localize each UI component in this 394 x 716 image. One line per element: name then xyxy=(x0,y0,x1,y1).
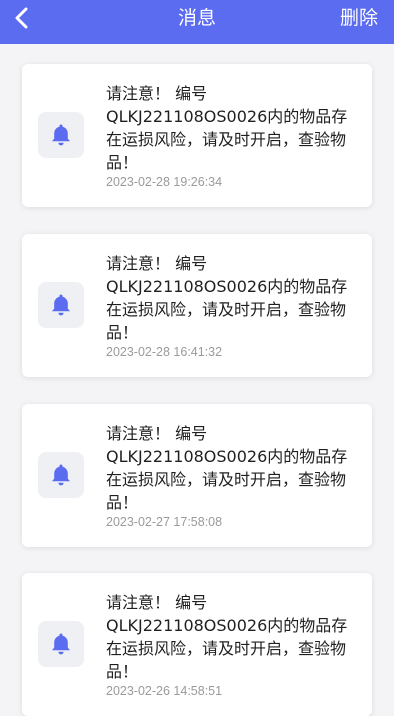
message-text: 请注意！ 编号 QLKJ221108OS0026内的物品存在运损风险，请及时开启… xyxy=(106,252,358,344)
bell-icon-box xyxy=(38,452,84,498)
bell-icon-box xyxy=(38,282,84,328)
message-title: 请注意！ 编号 xyxy=(106,593,208,612)
bell-icon-box xyxy=(38,621,84,667)
message-text: 请注意！ 编号 QLKJ221108OS0026内的物品存在运损风险，请及时开启… xyxy=(106,422,358,514)
message-body: QLKJ221108OS0026内的物品存在运损风险，请及时开启，查验物品！ xyxy=(106,277,348,342)
message-time: 2023-02-28 16:41:32 xyxy=(106,345,223,359)
top-bar: 消息 删除 xyxy=(0,0,394,44)
message-title: 请注意！ 编号 xyxy=(106,424,208,443)
message-card[interactable]: 请注意！ 编号 QLKJ221108OS0026内的物品存在运损风险，请及时开启… xyxy=(22,234,372,377)
bell-icon xyxy=(52,633,70,655)
message-title: 请注意！ 编号 xyxy=(106,84,208,103)
bell-icon-box xyxy=(38,112,84,158)
message-card[interactable]: 请注意！ 编号 QLKJ221108OS0026内的物品存在运损风险，请及时开启… xyxy=(22,573,372,716)
message-text: 请注意！ 编号 QLKJ221108OS0026内的物品存在运损风险，请及时开启… xyxy=(106,591,358,683)
message-text: 请注意！ 编号 QLKJ221108OS0026内的物品存在运损风险，请及时开启… xyxy=(106,82,358,174)
message-time: 2023-02-28 19:26:34 xyxy=(106,175,223,189)
page-title: 消息 xyxy=(177,7,216,29)
message-card[interactable]: 请注意！ 编号 QLKJ221108OS0026内的物品存在运损风险，请及时开启… xyxy=(22,64,372,207)
message-card[interactable]: 请注意！ 编号 QLKJ221108OS0026内的物品存在运损风险，请及时开启… xyxy=(22,404,372,547)
delete-button[interactable]: 删除 xyxy=(340,6,378,30)
message-body: QLKJ221108OS0026内的物品存在运损风险，请及时开启，查验物品！ xyxy=(106,107,348,172)
message-time: 2023-02-26 14:58:51 xyxy=(106,684,223,698)
bell-icon xyxy=(52,124,70,146)
message-title: 请注意！ 编号 xyxy=(106,254,208,273)
message-body: QLKJ221108OS0026内的物品存在运损风险，请及时开启，查验物品！ xyxy=(106,616,348,681)
bell-icon xyxy=(52,464,70,486)
message-body: QLKJ221108OS0026内的物品存在运损风险，请及时开启，查验物品！ xyxy=(106,447,348,512)
message-time: 2023-02-27 17:58:08 xyxy=(106,515,223,529)
bell-icon xyxy=(52,294,70,316)
